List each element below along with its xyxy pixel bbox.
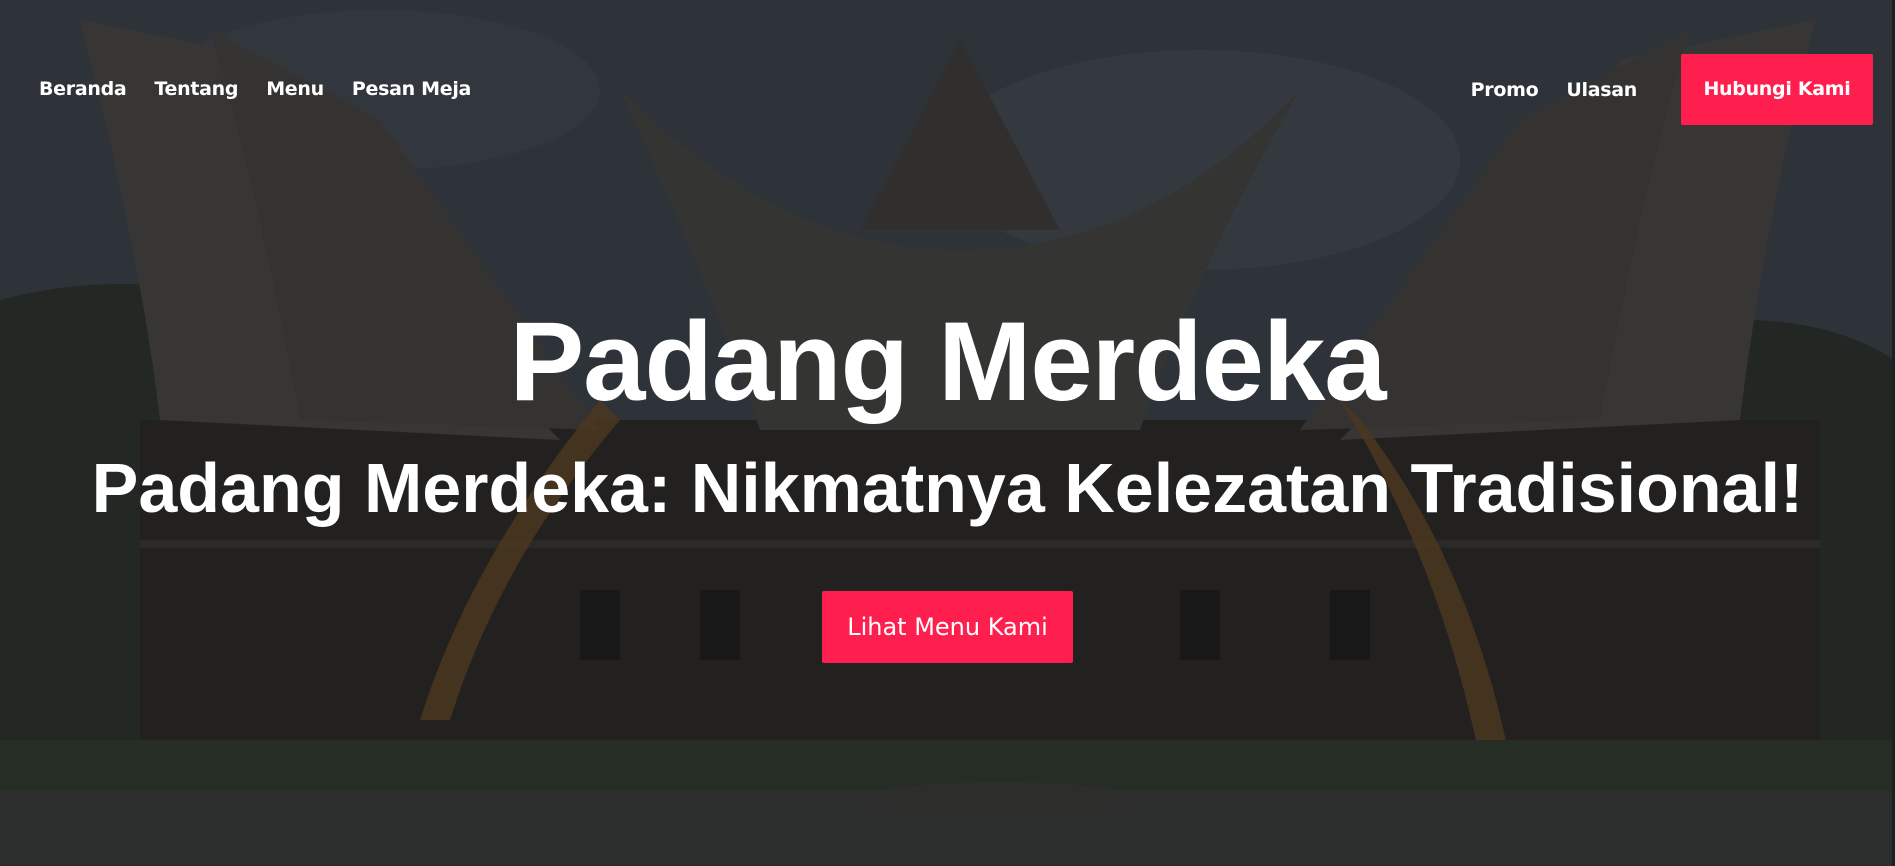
- view-menu-button[interactable]: Lihat Menu Kami: [822, 591, 1073, 663]
- nav-link-menu[interactable]: Menu: [266, 78, 324, 100]
- nav-link-ulasan[interactable]: Ulasan: [1566, 79, 1637, 101]
- contact-button[interactable]: Hubungi Kami: [1681, 54, 1873, 125]
- hero-section: Beranda Tentang Menu Pesan Meja Promo Ul…: [0, 0, 1895, 866]
- nav-link-promo[interactable]: Promo: [1471, 79, 1539, 101]
- nav-link-beranda[interactable]: Beranda: [39, 78, 127, 100]
- hero-content: Padang Merdeka Padang Merdeka: Nikmatnya…: [0, 300, 1895, 663]
- nav-right-group: Promo Ulasan Hubungi Kami: [1471, 54, 1873, 125]
- nav-link-pesan-meja[interactable]: Pesan Meja: [352, 78, 472, 100]
- hero-subtitle: Padang Merdeka: Nikmatnya Kelezatan Trad…: [91, 449, 1804, 527]
- nav-link-tentang[interactable]: Tentang: [154, 78, 238, 100]
- nav-left-group: Beranda Tentang Menu Pesan Meja: [39, 78, 471, 100]
- top-navbar: Beranda Tentang Menu Pesan Meja Promo Ul…: [0, 0, 1895, 182]
- hero-title: Padang Merdeka: [509, 299, 1386, 424]
